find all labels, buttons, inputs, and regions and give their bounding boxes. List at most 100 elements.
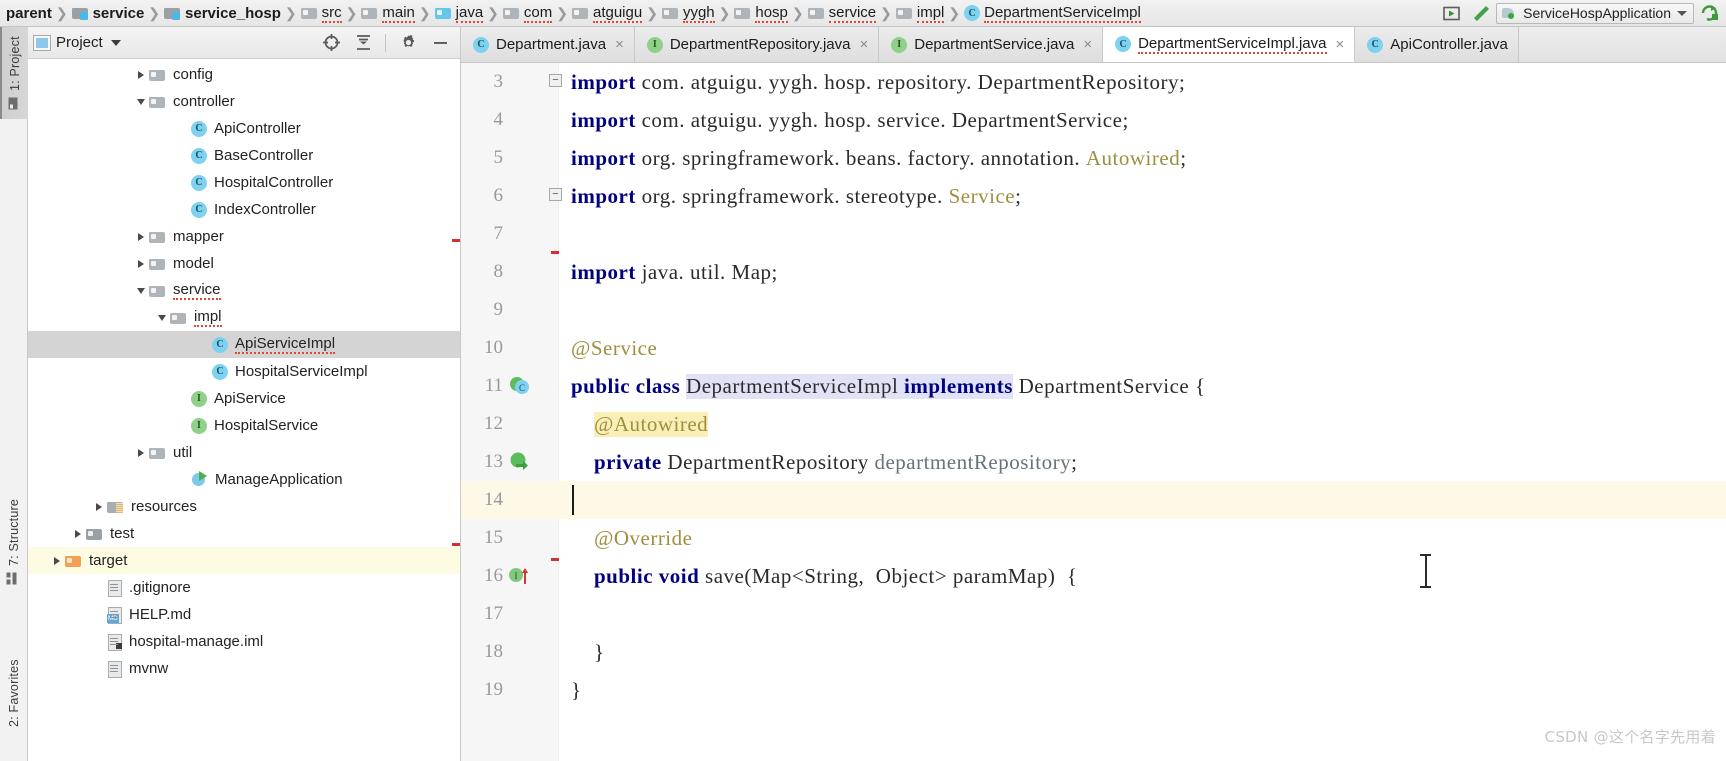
chevron-right-icon[interactable] bbox=[70, 526, 86, 542]
code-line[interactable]: 3 − import com. atguigu. yygh. hosp. repos… bbox=[461, 63, 1726, 101]
tree-file-row[interactable]: ManageApplication bbox=[28, 466, 460, 493]
locate-target-icon[interactable] bbox=[321, 33, 341, 53]
code-line[interactable]: 16 I public void save (Map<String, Object>… bbox=[461, 557, 1726, 595]
code-line[interactable]: 11 Cpublic class DepartmentServiceImpl im… bbox=[461, 367, 1726, 405]
code-line[interactable]: 9 bbox=[461, 291, 1726, 329]
breadcrumb-separator: ❯ bbox=[418, 4, 431, 21]
code-text: @Override bbox=[571, 519, 692, 557]
code-line[interactable]: 17 bbox=[461, 595, 1726, 633]
tree-folder-row[interactable]: impl bbox=[28, 304, 460, 331]
breadcrumb-item-src[interactable]: src bbox=[299, 0, 344, 27]
tree-folder-row[interactable]: target bbox=[28, 547, 460, 574]
tab-apicontroller[interactable]: C ApiController.java bbox=[1355, 27, 1519, 62]
tree-folder-row[interactable]: mapper bbox=[28, 223, 460, 250]
build-hammer-icon[interactable] bbox=[1466, 1, 1496, 26]
tree-folder-row[interactable]: controller bbox=[28, 88, 460, 115]
tree-folder-row[interactable]: test bbox=[28, 520, 460, 547]
chevron-down-icon[interactable] bbox=[133, 283, 149, 299]
breadcrumb-item-service_hosp[interactable]: service_hosp bbox=[162, 0, 283, 27]
interface-icon: I bbox=[646, 36, 663, 53]
tree-file-row[interactable]: C HospitalController bbox=[28, 169, 460, 196]
breadcrumb-item-departmentserviceimpl[interactable]: C DepartmentServiceImpl bbox=[962, 0, 1143, 27]
close-icon[interactable]: × bbox=[1083, 36, 1092, 53]
sidebar-item-project[interactable]: 1: Project bbox=[0, 27, 28, 119]
chevron-right-icon[interactable] bbox=[49, 553, 65, 569]
chevron-right-icon[interactable] bbox=[133, 256, 149, 272]
breadcrumb-label: java bbox=[455, 3, 484, 23]
breadcrumb-item-com[interactable]: com bbox=[501, 0, 554, 27]
tab-departmentservice[interactable]: I DepartmentService.java × bbox=[879, 27, 1104, 62]
tree-file-row[interactable]: C HospitalServiceImpl bbox=[28, 358, 460, 385]
tree-file-row[interactable]: C ApiServiceImpl bbox=[28, 331, 460, 358]
chevron-down-icon[interactable] bbox=[154, 310, 170, 326]
breadcrumb-item-parent[interactable]: parent bbox=[0, 0, 54, 27]
code-line[interactable]: 18 } bbox=[461, 633, 1726, 671]
breadcrumb-item-service[interactable]: service bbox=[806, 0, 879, 27]
chevron-down-icon[interactable] bbox=[133, 94, 149, 110]
tree-item-label: HELP.md bbox=[129, 606, 192, 623]
tree-folder-row[interactable]: config bbox=[28, 61, 460, 88]
tree-folder-row[interactable]: resources bbox=[28, 493, 460, 520]
tab-departmentserviceimpl[interactable]: C DepartmentServiceImpl.java × bbox=[1103, 27, 1356, 62]
chevron-right-icon[interactable] bbox=[91, 499, 107, 515]
tree-file-row[interactable]: C ApiController bbox=[28, 115, 460, 142]
run-configuration-selector[interactable]: ServiceHospApplication bbox=[1496, 2, 1694, 24]
code-line[interactable]: 15 @Override bbox=[461, 519, 1726, 557]
tree-file-row[interactable]: I HospitalService bbox=[28, 412, 460, 439]
close-icon[interactable]: × bbox=[615, 36, 624, 53]
tree-file-row[interactable]: I ApiService bbox=[28, 385, 460, 412]
code-line[interactable]: 4 import com. atguigu. yygh. hosp. servic… bbox=[461, 101, 1726, 139]
tree-file-row[interactable]: hospital-manage.iml bbox=[28, 628, 460, 655]
tree-file-row[interactable]: C BaseController bbox=[28, 142, 460, 169]
close-icon[interactable]: × bbox=[1336, 36, 1345, 53]
rerun-icon[interactable] bbox=[1694, 1, 1724, 26]
breadcrumb-label: src bbox=[321, 3, 342, 23]
tree-file-row[interactable]: .gitignore bbox=[28, 574, 460, 601]
code-line[interactable]: 13 private DepartmentRepository departme… bbox=[461, 443, 1726, 481]
tree-file-row[interactable]: C IndexController bbox=[28, 196, 460, 223]
tab-department[interactable]: C Department.java × bbox=[461, 27, 635, 62]
tree-file-row[interactable]: mvnw bbox=[28, 655, 460, 682]
code-editor[interactable]: 3− import com. atguigu. yygh. hosp. repos… bbox=[461, 63, 1726, 761]
chevron-down-icon[interactable] bbox=[1677, 10, 1687, 16]
class-gutter-icon[interactable]: C bbox=[508, 374, 532, 398]
collapse-all-icon[interactable] bbox=[353, 33, 373, 53]
code-fold-icon[interactable]: − bbox=[549, 188, 562, 201]
code-line[interactable]: 7 bbox=[461, 215, 1726, 253]
code-line[interactable]: 19} bbox=[461, 671, 1726, 709]
code-line[interactable]: 6 − import org. springframework. stereotyp… bbox=[461, 177, 1726, 215]
tree-file-row[interactable]: MD HELP.md bbox=[28, 601, 460, 628]
sidebar-item-favorites[interactable]: 2: Favorites bbox=[0, 637, 28, 749]
breadcrumb-item-atguigu[interactable]: atguigu bbox=[570, 0, 644, 27]
run-icon[interactable] bbox=[1436, 1, 1466, 26]
breadcrumb-item-service[interactable]: service bbox=[70, 0, 147, 27]
tree-folder-row[interactable]: util bbox=[28, 439, 460, 466]
breadcrumb-item-java[interactable]: java bbox=[433, 0, 486, 27]
breadcrumb-item-hosp[interactable]: hosp bbox=[732, 0, 790, 27]
chevron-right-icon[interactable] bbox=[133, 229, 149, 245]
code-line[interactable]: 5 import org. springframework. beans. fac… bbox=[461, 139, 1726, 177]
close-icon[interactable]: × bbox=[859, 36, 868, 53]
settings-gear-icon[interactable] bbox=[398, 33, 418, 53]
code-fold-icon[interactable]: − bbox=[549, 74, 562, 87]
override-method-gutter-icon[interactable]: I bbox=[508, 564, 532, 588]
chevron-right-icon[interactable] bbox=[133, 67, 149, 83]
code-line[interactable]: 10 @Service bbox=[461, 329, 1726, 367]
breadcrumb-item-main[interactable]: main bbox=[359, 0, 417, 27]
code-line[interactable]: 8 import java. util. Map; bbox=[461, 253, 1726, 291]
sidebar-item-structure[interactable]: 7: Structure bbox=[0, 487, 28, 597]
tree-folder-row[interactable]: service bbox=[28, 277, 460, 304]
chevron-down-icon[interactable] bbox=[110, 39, 121, 46]
tree-item-label: model bbox=[173, 255, 214, 272]
project-tree[interactable]: config controller C ApiController C BaseContr… bbox=[28, 59, 460, 761]
implemented-method-gutter-icon[interactable] bbox=[508, 450, 532, 474]
code-line[interactable]: 14 bbox=[461, 481, 1726, 519]
hide-minimize-icon[interactable] bbox=[430, 33, 450, 53]
breadcrumb-item-impl[interactable]: impl bbox=[894, 0, 947, 27]
breadcrumb-item-yygh[interactable]: yygh bbox=[660, 0, 717, 27]
chevron-right-icon[interactable] bbox=[133, 445, 149, 461]
code-line[interactable]: 12 @Autowired bbox=[461, 405, 1726, 443]
tab-departmentrepository[interactable]: I DepartmentRepository.java × bbox=[634, 27, 880, 62]
tree-folder-row[interactable]: model bbox=[28, 250, 460, 277]
editor-tab-bar[interactable]: C Department.java × I DepartmentRepository.j… bbox=[461, 27, 1726, 63]
